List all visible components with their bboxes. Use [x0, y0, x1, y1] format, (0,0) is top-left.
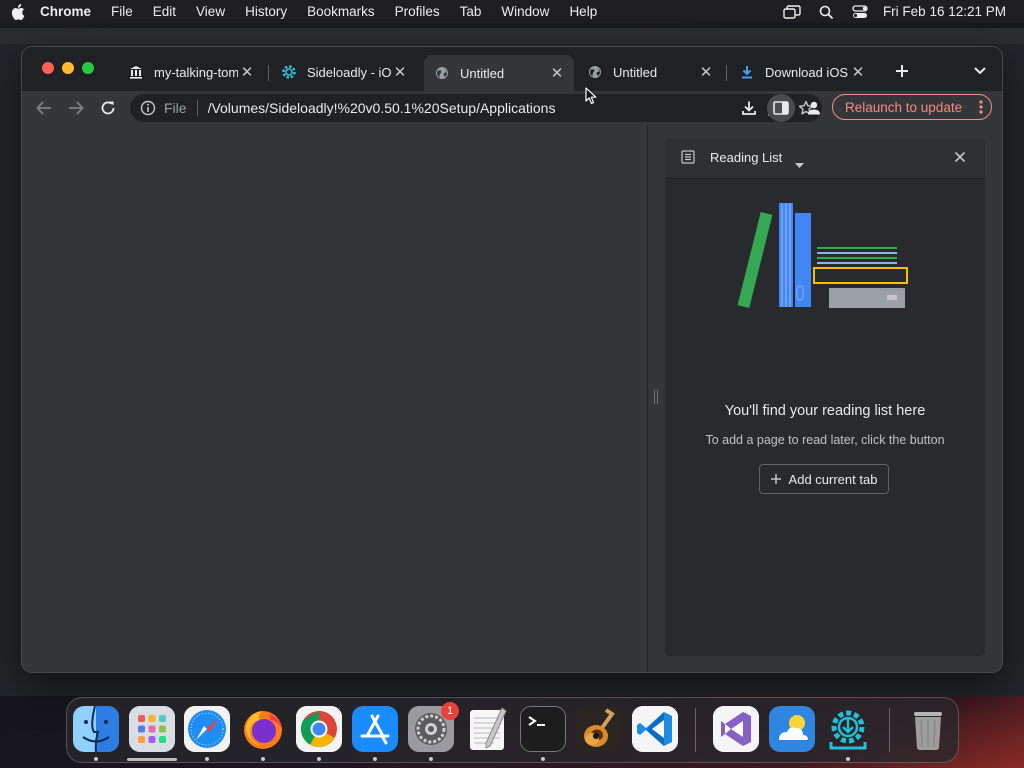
globe-icon: [587, 64, 603, 80]
menu-bookmarks[interactable]: Bookmarks: [297, 0, 385, 23]
address-bar[interactable]: File /Volumes/Sideloadly!%20v0.50.1%20Se…: [130, 94, 822, 122]
reload-button[interactable]: [94, 94, 122, 122]
menu-window[interactable]: Window: [491, 0, 559, 23]
resize-handle-icon[interactable]: [653, 390, 659, 404]
mouse-pointer-icon: [585, 87, 597, 110]
tab-title: Untitled: [460, 65, 505, 81]
app-store-icon[interactable]: [352, 706, 398, 752]
page-content[interactable]: [22, 125, 647, 672]
museum-icon: [128, 64, 144, 80]
back-button[interactable]: [30, 94, 58, 122]
add-current-tab-button[interactable]: Add current tab: [759, 464, 889, 494]
tab-title: Sideloadly - iOS: [307, 64, 391, 80]
menu-file[interactable]: File: [101, 0, 143, 23]
menu-edit[interactable]: Edit: [143, 0, 186, 23]
menu-bar: Chrome File Edit View History Bookmarks …: [0, 0, 1024, 23]
tab-my-talking-tom[interactable]: my-talking-tom ✕: [118, 57, 264, 87]
tab-untitled[interactable]: Untitled ✕: [577, 57, 723, 87]
apple-menu-icon[interactable]: [0, 3, 36, 20]
tab-title: my-talking-tom: [154, 64, 238, 80]
weather-icon[interactable]: [769, 706, 815, 752]
new-tab-button[interactable]: [890, 59, 914, 83]
list-icon: [681, 150, 695, 169]
zoom-window-button[interactable]: [82, 62, 94, 74]
forward-button[interactable]: [62, 94, 90, 122]
sideloadly-icon[interactable]: [825, 706, 871, 752]
browser-window: my-talking-tom ✕ Sideloadly - iOS ✕ Unti…: [22, 47, 1002, 672]
control-center-icon[interactable]: [843, 4, 877, 19]
url-text[interactable]: /Volumes/Sideloadly!%20v0.50.1%20Setup/A…: [208, 100, 588, 116]
close-tab-icon[interactable]: ✕: [849, 63, 867, 81]
globe-icon: [434, 65, 450, 81]
spotlight-search-icon[interactable]: [809, 5, 843, 19]
plus-icon: [770, 474, 781, 484]
empty-state-description: To add a page to read later, click the b…: [705, 433, 945, 447]
tab-strip: my-talking-tom ✕ Sideloadly - iOS ✕ Unti…: [22, 47, 1002, 91]
textedit-icon[interactable]: [464, 706, 510, 752]
tab-title: Untitled: [613, 64, 658, 80]
reading-list-illustration: [735, 200, 915, 315]
sideloadly-gear-icon: [281, 64, 297, 80]
close-window-button[interactable]: [42, 62, 54, 74]
close-tab-icon[interactable]: ✕: [548, 64, 566, 82]
empty-state-title: You'll find your reading list here: [724, 403, 926, 419]
screen-mirroring-icon[interactable]: [775, 4, 809, 19]
close-tab-icon[interactable]: ✕: [391, 63, 409, 81]
finder-icon[interactable]: [73, 706, 119, 752]
firefox-icon[interactable]: [240, 706, 286, 752]
url-scheme-label: File: [164, 100, 187, 116]
visual-studio-icon[interactable]: [713, 706, 759, 752]
menu-app-name[interactable]: Chrome: [36, 0, 101, 23]
add-current-tab-label: Add current tab: [788, 471, 878, 487]
garageband-icon[interactable]: [576, 706, 622, 752]
menu-view[interactable]: View: [186, 0, 235, 23]
safari-icon[interactable]: [184, 706, 230, 752]
toolbar: File /Volumes/Sideloadly!%20v0.50.1%20Se…: [22, 91, 1002, 125]
tab-title: Download iOS F: [765, 64, 849, 80]
launchpad-icon[interactable]: [129, 706, 175, 752]
relaunch-to-update-button[interactable]: Relaunch to update: [832, 94, 992, 120]
google-chrome-icon[interactable]: [296, 706, 342, 752]
notification-badge: 1: [441, 702, 459, 720]
close-tab-icon[interactable]: ✕: [697, 63, 715, 81]
side-panel-title[interactable]: Reading List: [710, 150, 782, 165]
close-tab-icon[interactable]: ✕: [238, 63, 256, 81]
visual-studio-code-icon[interactable]: [632, 706, 678, 752]
side-panel-button[interactable]: [767, 94, 795, 122]
tab-untitled-active[interactable]: Untitled ✕: [424, 55, 574, 91]
side-panel-divider: [647, 125, 648, 672]
menubar-clock[interactable]: Fri Feb 16 12:21 PM: [877, 0, 1024, 23]
reading-list-panel: Reading List You'll find your reading li…: [665, 138, 985, 656]
profile-avatar-icon[interactable]: [800, 94, 828, 122]
close-side-panel-icon[interactable]: [954, 150, 966, 168]
menu-profiles[interactable]: Profiles: [385, 0, 450, 23]
download-arrow-icon: [739, 64, 755, 80]
more-vert-icon[interactable]: [979, 100, 983, 117]
menu-tab[interactable]: Tab: [450, 0, 492, 23]
relaunch-label: Relaunch to update: [845, 99, 963, 115]
tab-sideloadly[interactable]: Sideloadly - iOS ✕: [271, 57, 417, 87]
info-icon[interactable]: [140, 100, 158, 116]
caret-down-icon[interactable]: [795, 155, 804, 173]
menu-help[interactable]: Help: [559, 0, 607, 23]
dock: 1: [66, 697, 959, 763]
tab-search-chevron-icon[interactable]: [968, 61, 992, 81]
trash-icon[interactable]: [905, 706, 951, 752]
terminal-icon[interactable]: [520, 706, 566, 752]
downloads-button[interactable]: [735, 94, 763, 122]
side-panel-header: Reading List: [665, 138, 985, 179]
tab-download-ios[interactable]: Download iOS F ✕: [729, 57, 875, 87]
menu-history[interactable]: History: [235, 0, 297, 23]
minimize-window-button[interactable]: [62, 62, 74, 74]
